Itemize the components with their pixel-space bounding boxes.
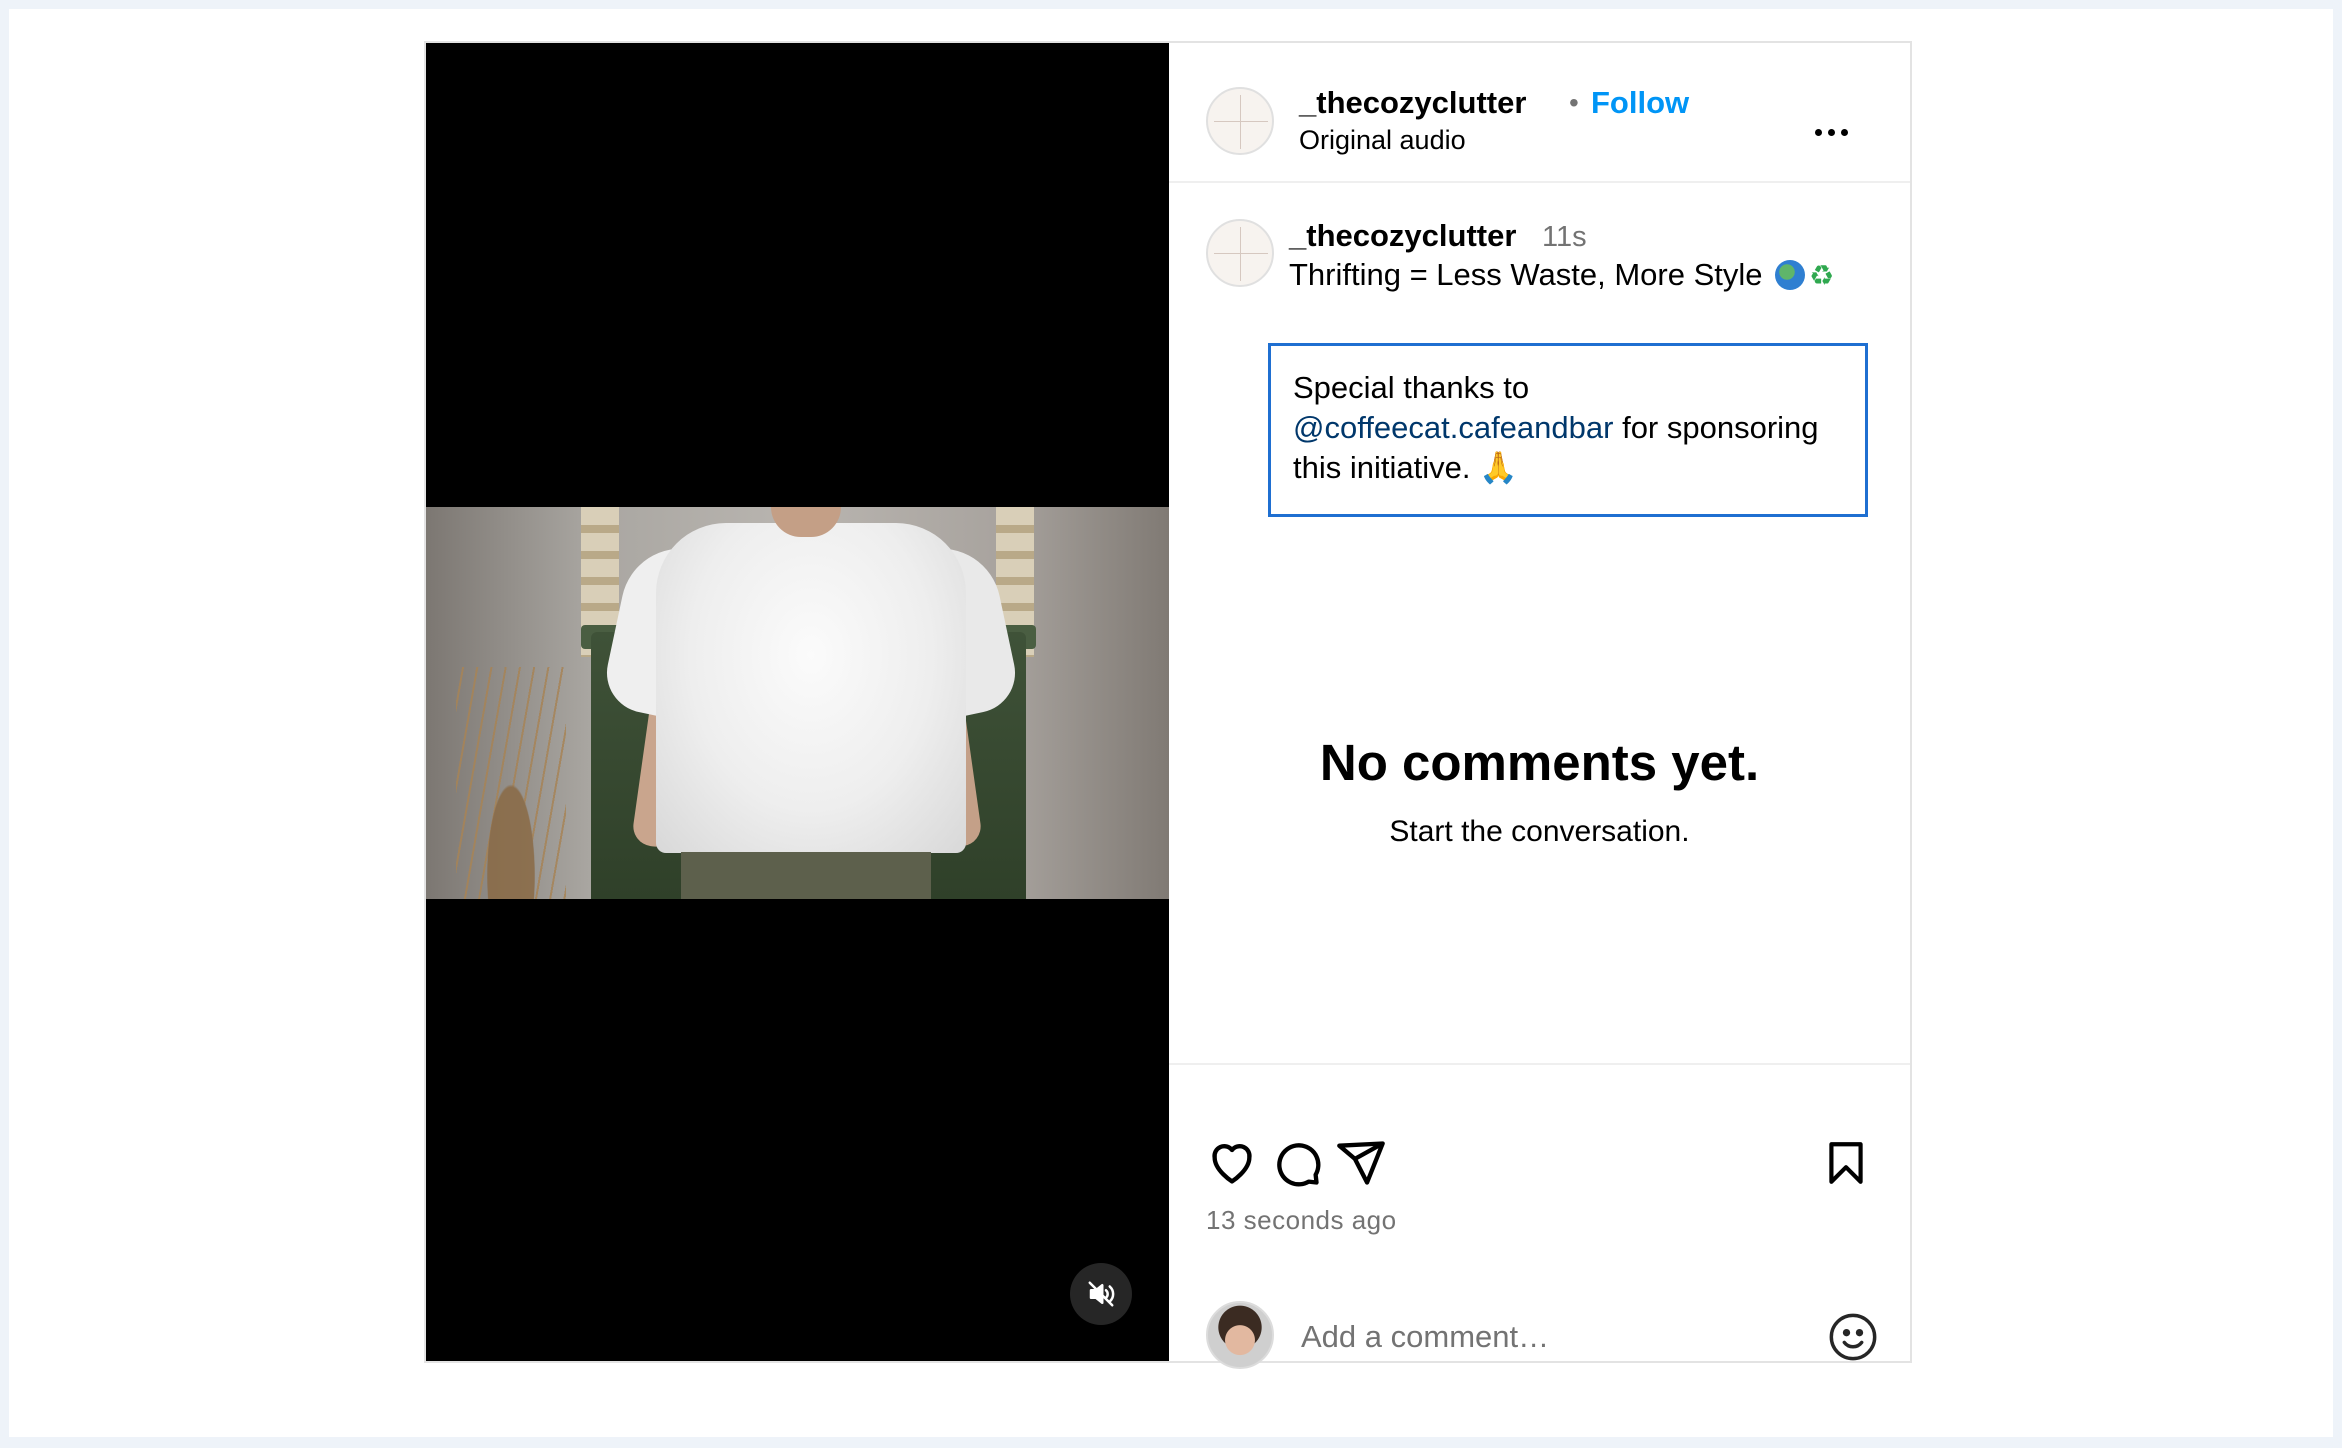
caption-timestamp[interactable]: 11s — [1542, 221, 1587, 254]
post-dialog: _thecozyclutter • Follow Original audio … — [424, 41, 1912, 1369]
sponsor-suffix: for sponsoring — [1622, 410, 1819, 445]
post-time-ago[interactable]: 13 seconds ago — [1206, 1205, 1397, 1236]
more-horizontal-icon — [1815, 129, 1822, 136]
sponsor-mention-link[interactable]: @coffeecat.cafeandbar — [1293, 410, 1613, 445]
video-player[interactable] — [426, 43, 1169, 1361]
more-options-button[interactable] — [1815, 129, 1848, 136]
empty-comments-title: No comments yet. — [1319, 734, 1760, 791]
caption-text: Thrifting = Less Waste, More Style ♻ — [1289, 257, 1834, 293]
empty-comments-subtitle: Start the conversation. — [1389, 815, 1690, 848]
globe-emoji-icon — [1775, 260, 1806, 290]
person-pants — [681, 852, 931, 899]
emoji-picker-button[interactable] — [1827, 1311, 1879, 1368]
paper-plane-icon — [1337, 1141, 1385, 1185]
recycle-emoji-icon: ♻ — [1809, 260, 1835, 291]
comment-button[interactable] — [1271, 1137, 1323, 1194]
mute-button[interactable] — [1070, 1263, 1132, 1325]
sponsor-line-3: this initiative. 🙏 — [1293, 450, 1518, 485]
follow-button[interactable]: Follow — [1591, 85, 1689, 121]
comment-bubble-icon — [1277, 1143, 1321, 1187]
author-username[interactable]: _thecozyclutter — [1299, 85, 1526, 121]
caption-username[interactable]: _thecozyclutter — [1289, 218, 1516, 254]
post-side-panel: _thecozyclutter • Follow Original audio … — [1169, 43, 1910, 1369]
header-separator: • — [1569, 87, 1579, 118]
share-button[interactable] — [1335, 1137, 1387, 1194]
video-frame — [426, 507, 1169, 899]
actions-divider — [1169, 1063, 1910, 1065]
post-header: _thecozyclutter • Follow Original audio — [1169, 43, 1910, 183]
audio-label[interactable]: Original audio — [1299, 125, 1466, 156]
viewer-avatar — [1206, 1301, 1274, 1369]
sponsor-highlight-box: Special thanks to @coffeecat.cafeandbar … — [1268, 343, 1868, 517]
sponsor-prefix: Special thanks to — [1293, 370, 1530, 405]
dried-plant — [456, 667, 566, 899]
page-canvas: _thecozyclutter • Follow Original audio … — [9, 9, 2333, 1437]
bookmark-icon — [1829, 1142, 1863, 1184]
heart-icon — [1212, 1144, 1252, 1184]
caption-line-1: Thrifting = Less Waste, More Style — [1289, 257, 1763, 292]
caption-author-avatar[interactable] — [1206, 219, 1274, 287]
speaker-muted-icon — [1088, 1281, 1115, 1307]
save-button[interactable] — [1821, 1137, 1871, 1194]
like-button[interactable] — [1206, 1137, 1258, 1194]
white-tshirt — [656, 523, 966, 853]
author-avatar[interactable] — [1206, 87, 1274, 155]
smiley-icon — [1829, 1313, 1877, 1361]
comment-input[interactable] — [1299, 1309, 1773, 1365]
